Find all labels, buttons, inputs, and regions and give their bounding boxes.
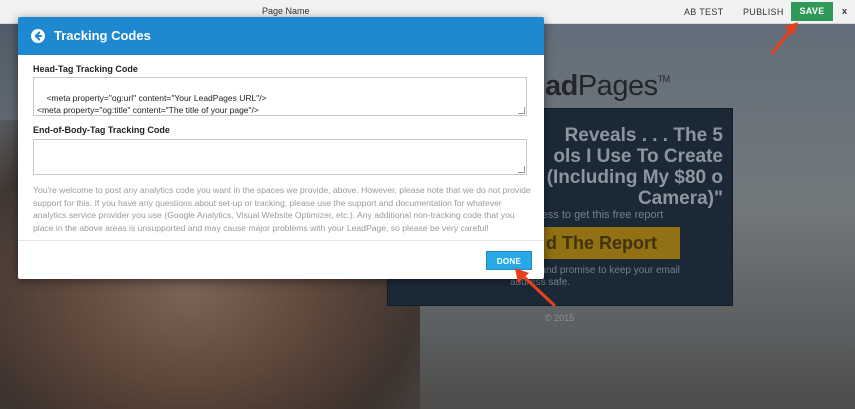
annotation-arrows xyxy=(515,22,798,307)
arrow-to-save xyxy=(770,22,798,55)
arrow-to-done xyxy=(515,268,556,307)
